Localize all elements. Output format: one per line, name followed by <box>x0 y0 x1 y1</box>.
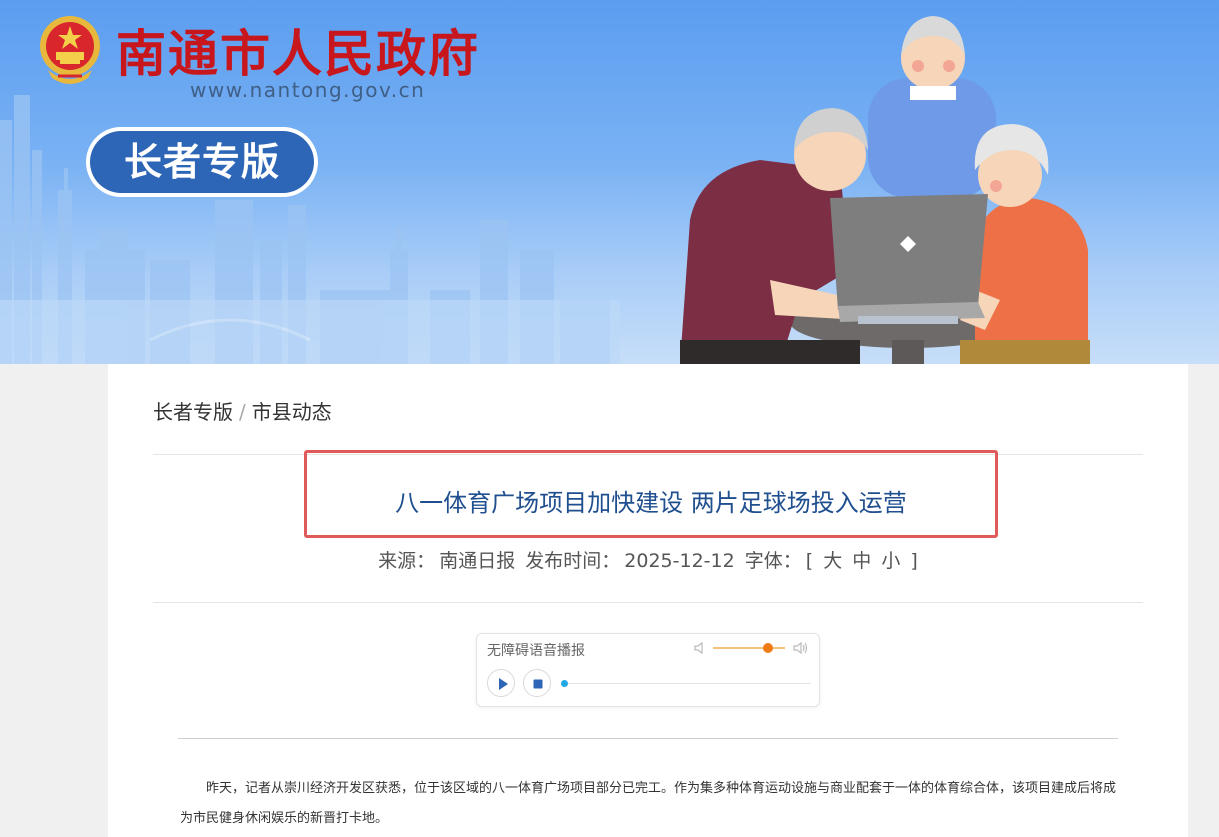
stop-icon <box>533 679 543 689</box>
font-size-large-link[interactable]: 大 <box>823 550 842 572</box>
volume-up-icon[interactable] <box>793 641 809 655</box>
article-body-paragraph: 昨天，记者从崇川经济开发区获悉，位于该区域的八一体育广场项目部分已完工。作为集多… <box>180 781 1117 826</box>
site-title: 南通市人民政府 <box>116 25 480 83</box>
article-card: 长者专版 / 市县动态 八一体育广场项目加快建设 两片足球场投入运营 来源： 南通日报… <box>108 364 1188 837</box>
elder-version-label: 长者专版 <box>90 131 314 193</box>
breadcrumb-item-elder[interactable]: 长者专版 <box>153 400 233 424</box>
title-highlight-box: 八一体育广场项目加快建设 两片足球场投入运营 <box>304 450 998 538</box>
bracket-close: ] <box>910 550 918 572</box>
audio-player-title: 无障碍语音播报 <box>487 643 585 659</box>
elder-version-badge: 长者专版 <box>86 127 318 197</box>
volume-slider-track[interactable] <box>713 647 785 649</box>
font-size-label: 字体： <box>744 550 802 572</box>
source-label: 来源： <box>378 550 436 572</box>
divider-middle <box>153 602 1143 603</box>
play-icon <box>499 678 508 690</box>
breadcrumb-separator: / <box>239 400 246 424</box>
breadcrumb-item-county-news[interactable]: 市县动态 <box>252 400 332 424</box>
publish-date: 2025-12-12 <box>624 550 735 572</box>
bracket-open: [ <box>805 550 814 572</box>
source-value: 南通日报 <box>439 550 516 572</box>
font-size-medium-link[interactable]: 中 <box>852 550 871 572</box>
publish-label: 发布时间： <box>525 550 621 572</box>
progress-bar-handle[interactable] <box>561 680 568 687</box>
national-emblem-logo <box>40 16 100 84</box>
article-meta: 来源： 南通日报 发布时间： 2025-12-12 字体：[ 大 中 小 ] <box>108 546 1188 573</box>
progress-bar-track[interactable] <box>563 683 811 684</box>
stop-button[interactable] <box>523 669 551 697</box>
site-url: www.nantong.gov.cn <box>190 78 426 102</box>
divider-content <box>178 738 1118 739</box>
audio-player: 无障碍语音播报 <box>476 633 820 707</box>
breadcrumb: 长者专版 / 市县动态 <box>153 396 332 425</box>
play-button[interactable] <box>487 669 515 697</box>
volume-down-icon[interactable] <box>693 641 707 655</box>
article-title: 八一体育广场项目加快建设 两片足球场投入运营 <box>395 489 907 517</box>
header-banner: 南通市人民政府 www.nantong.gov.cn 长者专版 <box>0 0 1219 364</box>
font-size-small-link[interactable]: 小 <box>881 550 900 572</box>
volume-slider-handle[interactable] <box>763 643 774 653</box>
